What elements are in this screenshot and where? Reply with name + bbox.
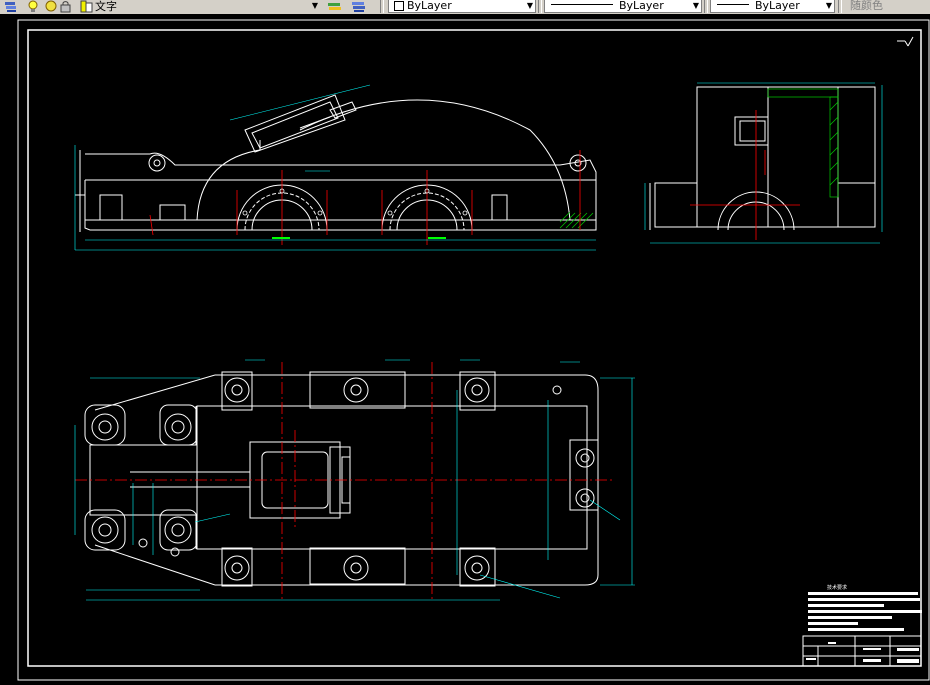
chevron-down-icon: ▼ <box>825 1 832 10</box>
toolbar-separator <box>538 0 542 13</box>
sun-icon[interactable] <box>45 0 57 13</box>
inner-frame <box>27 29 922 667</box>
cad-drawing: 技术要求 <box>17 19 930 681</box>
toolbar-separator <box>838 0 842 13</box>
outer-border <box>17 19 930 681</box>
chevron-down-icon: ▼ <box>692 1 699 10</box>
layers-icon[interactable] <box>4 0 18 13</box>
chevron-down-icon: ▼ <box>526 1 533 10</box>
text-style-combo-label[interactable]: 文字 <box>95 0 117 13</box>
side-view-centerlines <box>690 110 800 240</box>
roughness-symbol <box>897 36 914 47</box>
text-style-dropdown[interactable]: ▼ <box>120 0 320 13</box>
linetype-value: ByLayer <box>619 0 664 12</box>
line-sample <box>551 4 613 5</box>
lock-icon[interactable] <box>59 0 73 13</box>
color-value: ByLayer <box>407 0 452 12</box>
color-swatch-icon <box>394 1 404 11</box>
plot-style-dropdown[interactable]: 随颜色 <box>846 0 930 13</box>
front-view-centerlines <box>149 150 581 245</box>
front-view <box>75 94 597 232</box>
tech-requirements-heading: 技术要求 <box>827 584 847 591</box>
front-view-annotations <box>272 237 446 239</box>
layer-previous-icon[interactable] <box>350 0 368 13</box>
chevron-down-icon: ▼ <box>311 1 318 10</box>
plan-view <box>84 371 599 587</box>
side-view-dimensions <box>644 82 883 244</box>
plot-style-value: 随颜色 <box>850 0 883 12</box>
lineweight-value: ByLayer <box>755 0 800 12</box>
front-view-small-circles <box>242 188 468 216</box>
drawing-canvas[interactable]: 技术要求 <box>0 14 930 681</box>
lightbulb-icon[interactable] <box>28 0 38 13</box>
color-dropdown[interactable]: ByLayer ▼ <box>388 0 536 13</box>
title-block-text <box>806 642 919 663</box>
properties-toolbar: 文字 ▼ ByLayer ▼ ByLayer ▼ ByLayer ▼ 随颜色 <box>0 0 930 15</box>
toolbar-separator <box>380 0 384 13</box>
side-view <box>649 86 876 231</box>
linetype-dropdown[interactable]: ByLayer ▼ <box>544 0 702 13</box>
front-view-dimensions <box>74 84 596 251</box>
color-swatch-icon[interactable] <box>80 0 94 13</box>
line-sample <box>717 4 749 5</box>
lineweight-dropdown[interactable]: ByLayer ▼ <box>710 0 835 13</box>
layer-state-icon[interactable] <box>326 0 344 13</box>
toolbar-separator <box>704 0 708 13</box>
side-view-hatch <box>767 88 839 198</box>
tech-requirements-text <box>808 592 922 631</box>
